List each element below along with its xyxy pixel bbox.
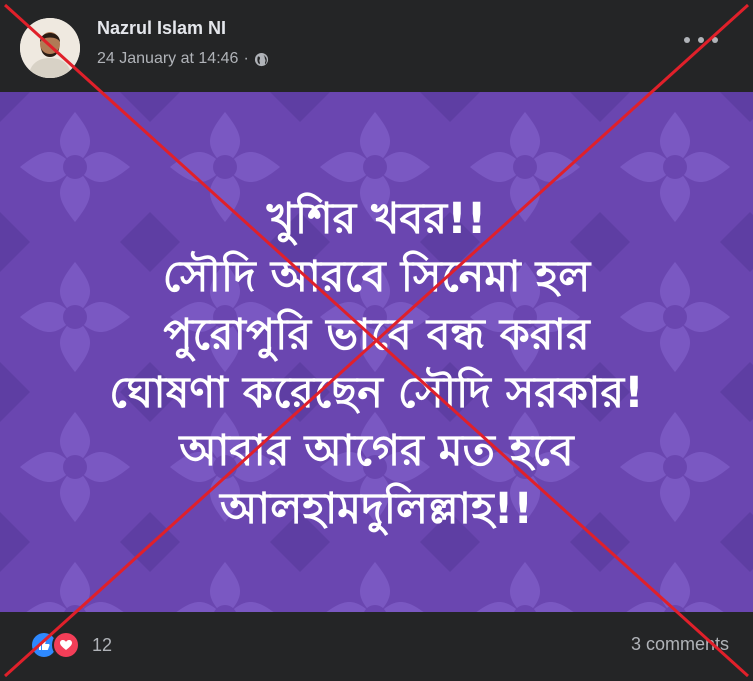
post-image[interactable]: খুশির খবর!! সৌদি আরবে সিনেমা হল পুরোপুরি…	[0, 92, 753, 612]
image-text: খুশির খবর!! সৌদি আরবে সিনেমা হল পুরোপুরি…	[0, 190, 753, 538]
image-text-line: আবার আগের মত হবে	[179, 426, 574, 476]
image-text-line: খুশির খবর!!	[266, 194, 487, 244]
comments-count-link[interactable]: 3 comments	[631, 634, 729, 655]
avatar[interactable]	[20, 18, 80, 78]
image-text-line: আলহামদুলিল্লাহ!!	[220, 484, 533, 534]
more-options-icon[interactable]	[684, 30, 718, 50]
globe-icon	[254, 52, 268, 66]
post-meta: 24 January at 14:46 ·	[97, 50, 269, 68]
reaction-count[interactable]: 12	[92, 635, 112, 656]
facebook-post: Nazrul Islam NI 24 January at 14:46 · খু…	[0, 0, 753, 681]
love-icon	[52, 631, 80, 659]
image-text-line: সৌদি আরবে সিনেমা হল	[162, 252, 591, 302]
author-name[interactable]: Nazrul Islam NI	[97, 18, 226, 39]
image-text-line: ঘোষণা করেছেন সৌদি সরকার!	[109, 368, 644, 418]
reactions-summary[interactable]: 12	[30, 631, 112, 659]
post-footer: 12 3 comments	[0, 612, 753, 681]
post-timestamp[interactable]: 24 January at 14:46	[97, 50, 238, 68]
image-text-line: পুরোপুরি ভাবে বন্ধ করার	[163, 310, 590, 360]
